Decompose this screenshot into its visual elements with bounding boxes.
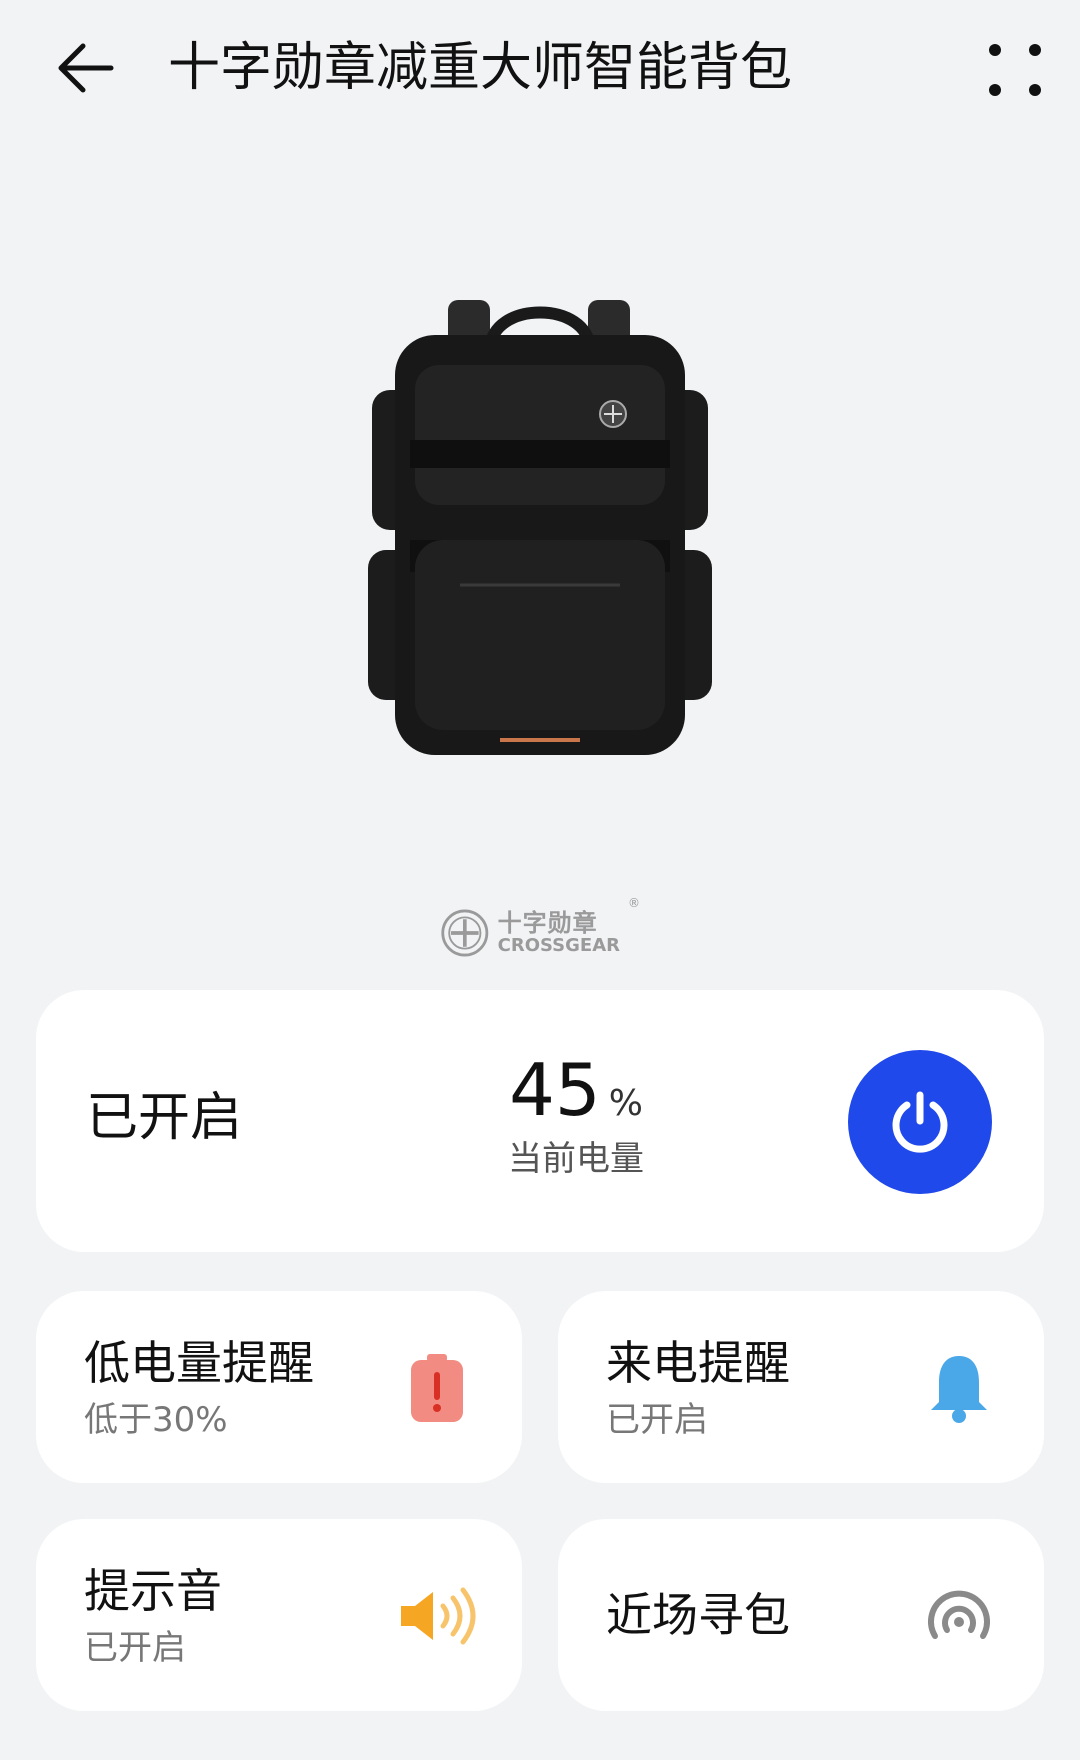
- brand-logo: 十字勋章 CROSSGEAR ®: [440, 896, 640, 966]
- tile-title: 提示音: [84, 1564, 222, 1618]
- tile-subtitle: 低于30%: [84, 1400, 228, 1440]
- tile-subtitle: 已开启: [606, 1400, 708, 1440]
- device-state-label: 已开启: [86, 1088, 243, 1148]
- low-battery-alert-tile[interactable]: 低电量提醒 低于30%: [36, 1291, 522, 1483]
- tile-title: 低电量提醒: [84, 1336, 314, 1390]
- brand-name-cn: 十字勋章: [497, 909, 598, 937]
- power-toggle-button[interactable]: [848, 1050, 992, 1194]
- battery-caption: 当前电量: [508, 1139, 644, 1179]
- incoming-call-alert-tile[interactable]: 来电提醒 已开启: [558, 1291, 1044, 1483]
- nearby-search-icon: [914, 1571, 1004, 1661]
- tile-subtitle: 已开启: [84, 1628, 186, 1668]
- page-title: 十字勋章减重大师智能背包: [168, 38, 793, 98]
- battery-level: 45% 当前电量: [436, 1045, 716, 1181]
- brand-name-en: CROSSGEAR: [497, 935, 620, 956]
- more-dots-icon: [989, 44, 1041, 96]
- power-icon: [892, 1091, 948, 1153]
- device-status-card: 已开启 45% 当前电量: [36, 990, 1044, 1252]
- battery-percent-value: 45: [509, 1048, 601, 1132]
- bell-icon: [914, 1343, 1004, 1433]
- battery-percent-unit: %: [608, 1083, 643, 1124]
- low-battery-icon: [392, 1343, 482, 1433]
- back-button[interactable]: [40, 28, 130, 108]
- speaker-icon: [392, 1571, 482, 1661]
- back-arrow-icon: [58, 43, 114, 93]
- tile-title: 近场寻包: [606, 1588, 790, 1642]
- tile-title: 来电提醒: [606, 1336, 790, 1390]
- registered-mark: ®: [628, 896, 640, 910]
- crossgear-logo-icon: [441, 909, 489, 957]
- prompt-sound-tile[interactable]: 提示音 已开启: [36, 1519, 522, 1711]
- app-header: 十字勋章减重大师智能背包: [0, 0, 1080, 140]
- nearby-find-bag-tile[interactable]: 近场寻包: [558, 1519, 1044, 1711]
- more-options-button[interactable]: [970, 30, 1060, 110]
- backpack-product-image: [368, 300, 712, 755]
